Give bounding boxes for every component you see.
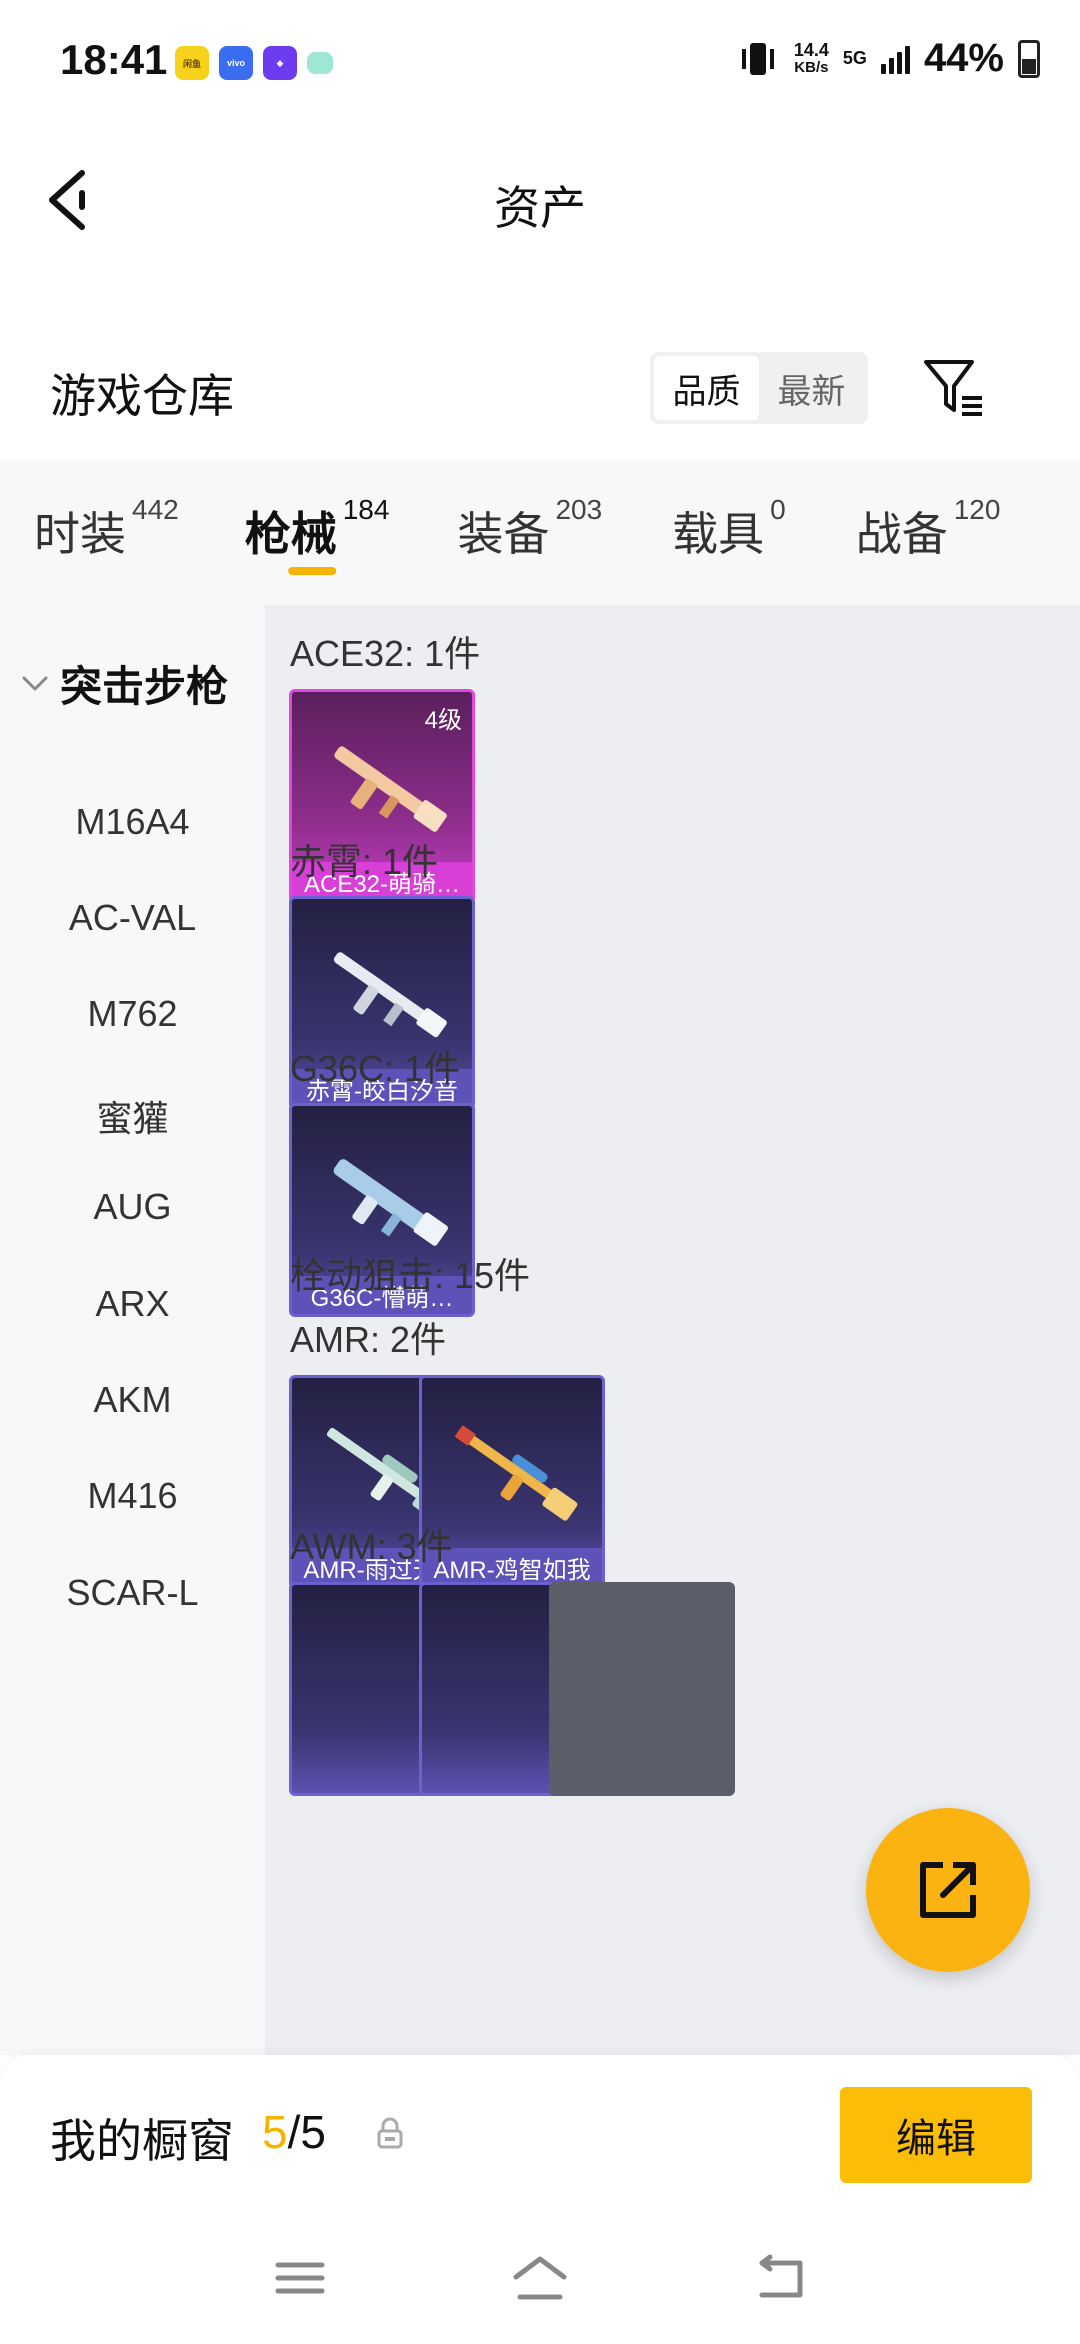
warehouse-header: 游戏仓库 品质 最新	[0, 340, 1080, 460]
vibrate-icon	[741, 42, 774, 75]
sidebar-item-arx[interactable]: ARX	[0, 1283, 265, 1325]
showcase-total: /5	[287, 2106, 326, 2158]
sidebar-item-m416[interactable]: M416	[0, 1475, 265, 1517]
rifle-icon	[334, 746, 447, 832]
sidebar-item-scar-l[interactable]: SCAR-L	[0, 1572, 265, 1614]
header: 资产	[0, 120, 1080, 280]
sort-quality-button[interactable]: 品质	[654, 356, 759, 420]
warehouse-title: 游戏仓库	[50, 370, 234, 422]
rifle-icon	[333, 952, 447, 1038]
home-icon	[513, 2256, 567, 2300]
battery-percent: 44%	[923, 36, 1004, 80]
network-type: 5G	[842, 48, 867, 68]
sidebar-item-m16a4[interactable]: M16A4	[0, 801, 265, 843]
group-title: 栓动狙击: 15件	[290, 1255, 531, 1296]
sort-newest-button[interactable]: 最新	[759, 356, 864, 420]
speed-value: 14.4	[793, 39, 829, 60]
menu-icon	[275, 2262, 325, 2294]
tab-count: 0	[770, 494, 786, 525]
status-time: 18:41	[60, 36, 168, 83]
tab-label: 战备	[855, 508, 948, 560]
showcase-bar: 我的橱窗 5/5 编辑	[0, 2055, 1080, 2215]
return-icon	[759, 2254, 803, 2298]
tab-count: 120	[953, 494, 1001, 525]
edit-button[interactable]: 编辑	[840, 2087, 1032, 2183]
tab-label: 载具	[672, 508, 765, 560]
network-speed: 14.4 KB/s	[794, 41, 829, 77]
share-button[interactable]	[866, 1808, 1030, 1972]
chevron-down-icon	[22, 676, 48, 690]
showcase-count: 5/5	[262, 2105, 326, 2159]
status-bar: 18:41 闲鱼 vivo ◆ 14.4 KB/s 5G 44%	[0, 0, 1080, 120]
page-title: 资产	[494, 182, 586, 234]
battery-icon	[1018, 39, 1040, 78]
sniper-rifle-icon	[454, 1425, 578, 1521]
tab-supplies[interactable]: 战备 120	[856, 460, 1001, 605]
sidebar-item-honey-badger[interactable]: 蜜獾	[0, 1090, 265, 1142]
tab-count: 184	[342, 494, 390, 525]
showcase-label: 我的橱窗	[50, 2115, 234, 2167]
tab-label: 枪械	[244, 508, 337, 560]
tab-label: 时装	[34, 508, 126, 560]
group-title: AMR: 2件	[290, 1319, 447, 1360]
sidebar-item-assault-rifle[interactable]: 突击步枪	[20, 653, 228, 714]
tab-fashion[interactable]: 时装 442	[34, 460, 179, 605]
group-title: 赤霄: 1件	[290, 841, 439, 882]
nav-menu-button[interactable]	[270, 2253, 330, 2303]
tab-count: 203	[555, 494, 603, 525]
app-purple-icon: ◆	[263, 46, 297, 80]
system-nav-bar	[0, 2215, 1080, 2344]
tab-count: 442	[132, 494, 179, 525]
group-title: G36C: 1件	[290, 1048, 461, 1089]
showcase-current: 5	[262, 2106, 288, 2158]
sort-toggle: 品质 最新	[650, 352, 868, 424]
tab-vehicles[interactable]: 载具 0	[672, 460, 786, 605]
filter-icon	[924, 360, 982, 416]
tab-label: 装备	[457, 508, 550, 560]
signal-icon	[880, 44, 910, 74]
sidebar-section-label: 突击步枪	[60, 663, 229, 710]
tab-guns[interactable]: 枪械 184	[244, 460, 390, 605]
status-app-icons: 闲鱼 vivo ◆	[175, 46, 333, 80]
app-vivo-icon: vivo	[219, 46, 253, 80]
lock-icon	[377, 2117, 403, 2149]
group-title: ACE32: 1件	[290, 633, 481, 674]
weapon-type-sidebar: 突击步枪 M16A4 AC-VAL M762 蜜獾 AUG ARX AKM M4…	[0, 605, 265, 2055]
sidebar-item-ac-val[interactable]: AC-VAL	[0, 897, 265, 939]
active-tab-indicator	[288, 567, 337, 575]
rifle-icon	[333, 1159, 448, 1246]
status-right: 14.4 KB/s 5G 44%	[736, 36, 1040, 81]
nav-back-button[interactable]	[750, 2253, 810, 2303]
app-yellow-icon: 闲鱼	[175, 46, 209, 80]
category-tabs: 时装 442 枪械 184 装备 203 载具 0 战备 120	[0, 460, 1080, 605]
sidebar-item-akm[interactable]: AKM	[0, 1379, 265, 1421]
filter-button[interactable]	[918, 352, 990, 424]
group-title: AWM: 3件	[290, 1526, 453, 1567]
speed-unit: KB/s	[794, 58, 829, 76]
sidebar-item-m762[interactable]: M762	[0, 993, 265, 1035]
weapon-card[interactable]	[549, 1582, 735, 1796]
sidebar-item-aug[interactable]: AUG	[0, 1186, 265, 1228]
tab-equipment[interactable]: 装备 203	[457, 460, 602, 605]
share-icon	[920, 1862, 976, 1918]
nav-home-button[interactable]	[510, 2253, 570, 2303]
app-teal-icon	[307, 52, 333, 74]
